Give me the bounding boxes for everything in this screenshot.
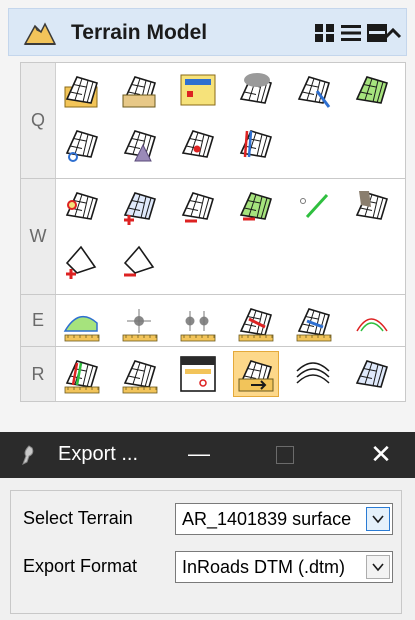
terrain-from-graphics-icon: [122, 76, 156, 108]
tool-merge-terrain-button[interactable]: [233, 121, 279, 167]
add-boundary-icon: [65, 245, 97, 279]
add-point-icon: [123, 192, 156, 225]
dialog-title: Export ...: [58, 443, 139, 465]
tool-swap-edge-button[interactable]: [349, 183, 395, 229]
app-settings-icon: [22, 445, 34, 466]
create-line-icon: [300, 193, 329, 219]
tool-add-boundary-button[interactable]: [59, 237, 105, 283]
tool-edit-elevation-button[interactable]: [233, 183, 279, 229]
terrain-dialog-report-icon: [180, 356, 216, 392]
tool-groups: Q W E R: [20, 62, 406, 402]
terrain-report-icon: [64, 360, 100, 394]
tool-label-contours-button[interactable]: [291, 351, 337, 397]
tool-export-terrain-button[interactable]: [233, 351, 279, 397]
terrain-filter-icon: [297, 76, 331, 108]
export-format-combobox[interactable]: InRoads DTM (.dtm): [175, 551, 393, 583]
dropdown-arrow[interactable]: [366, 555, 390, 579]
export-dialog: Export ... — ✕ Select Terrain AR_1401839…: [0, 432, 415, 620]
tool-delete-point-button[interactable]: [175, 183, 221, 229]
tool-clip-terrain-button[interactable]: [59, 121, 105, 167]
analyze-points-icon: [180, 311, 216, 342]
tool-crossing-report-button[interactable]: [117, 351, 163, 397]
group-label: R: [21, 347, 56, 401]
tool-drape-line-button[interactable]: [291, 299, 337, 345]
tool-add-point-button[interactable]: [117, 183, 163, 229]
tool-terrain-report-button[interactable]: [59, 351, 105, 397]
tool-terrain-from-element-button[interactable]: [175, 67, 221, 113]
swap-edge-icon: [355, 191, 388, 220]
remove-boundary-icon: [123, 245, 155, 277]
select-terrain-label: Select Terrain: [23, 508, 133, 528]
tool-terrain-complex-button[interactable]: [349, 67, 395, 113]
terrain-complex-icon: [355, 76, 388, 104]
terrain-from-elevation-icon: [123, 130, 156, 162]
delete-point-icon: [181, 192, 214, 223]
close-button[interactable]: ✕: [366, 438, 396, 470]
tool-create-line-button[interactable]: [291, 183, 337, 229]
export-form: Select Terrain AR_1401839 surface Export…: [10, 490, 402, 614]
dropdown-arrow[interactable]: [366, 507, 390, 531]
profile-analysis-icon: [63, 315, 100, 342]
tool-profile-analysis-button[interactable]: [59, 299, 105, 345]
tool-group-r: R: [21, 347, 405, 401]
tool-group-e: E: [21, 295, 405, 347]
tool-group-q: Q: [21, 63, 405, 179]
terrain-model-panel: Terrain Model Q W E R: [0, 0, 415, 432]
group-label: Q: [21, 63, 56, 178]
minimize-button[interactable]: —: [186, 438, 212, 470]
terrain-by-text-icon: [181, 130, 214, 158]
tool-analyze-point-button[interactable]: [117, 299, 163, 345]
clip-terrain-icon: [65, 130, 98, 162]
contour-analysis-icon: [356, 318, 388, 332]
drape-element-icon: [238, 308, 274, 342]
tool-drape-element-button[interactable]: [233, 299, 279, 345]
tool-remove-boundary-button[interactable]: [117, 237, 163, 283]
tool-terrain-dialog-report-button[interactable]: [175, 351, 221, 397]
export-terrain-icon: [238, 360, 274, 392]
tool-terrain-by-text-button[interactable]: [175, 121, 221, 167]
crossing-report-icon: [122, 360, 158, 394]
tool-analyze-points-button[interactable]: [175, 299, 221, 345]
merge-terrain-icon: [239, 130, 272, 158]
select-terrain-value: AR_1401839 surface: [182, 509, 352, 529]
chevron-down-icon: [372, 563, 384, 572]
collapse-panel-button[interactable]: [381, 21, 405, 45]
tool-terrain-filter-button[interactable]: [291, 67, 337, 113]
list-view-icon: [341, 25, 361, 41]
tool-contour-analysis-button[interactable]: [349, 299, 395, 345]
terrain-from-file-icon: [64, 76, 98, 108]
chevron-down-icon: [372, 515, 384, 524]
large-icons-view-button[interactable]: [313, 21, 337, 45]
tool-group-w: W: [21, 179, 405, 295]
terrain-from-point-cloud-icon: [239, 73, 272, 104]
dialog-titlebar[interactable]: Export ... — ✕: [0, 432, 415, 478]
tool-label-spot-button[interactable]: [349, 351, 395, 397]
list-view-button[interactable]: [339, 21, 363, 45]
analyze-point-icon: [122, 309, 158, 342]
group-label: W: [21, 179, 56, 294]
tool-add-feature-button[interactable]: [59, 183, 105, 229]
edit-elevation-icon: [239, 192, 272, 221]
drape-line-icon: [296, 308, 332, 342]
label-contours-icon: [296, 362, 330, 384]
export-format-value: InRoads DTM (.dtm): [182, 557, 346, 577]
tool-terrain-from-elevation-button[interactable]: [117, 121, 163, 167]
tool-terrain-from-file-button[interactable]: [59, 67, 105, 113]
select-terrain-combobox[interactable]: AR_1401839 surface: [175, 503, 393, 535]
tool-terrain-from-graphics-button[interactable]: [117, 67, 163, 113]
label-spot-icon: [355, 360, 388, 388]
export-format-label: Export Format: [23, 556, 138, 576]
maximize-button[interactable]: [276, 446, 294, 464]
collapse-up-icon: [384, 27, 402, 39]
panel-title: Terrain Model: [71, 21, 208, 44]
terrain-mountain-icon: [23, 22, 57, 45]
large-icons-view-icon: [315, 24, 334, 42]
tool-terrain-from-point-cloud-button[interactable]: [233, 67, 279, 113]
group-label: E: [21, 295, 56, 346]
add-feature-icon: [65, 192, 98, 220]
panel-header: Terrain Model: [8, 8, 407, 56]
terrain-from-element-icon: [180, 74, 216, 106]
